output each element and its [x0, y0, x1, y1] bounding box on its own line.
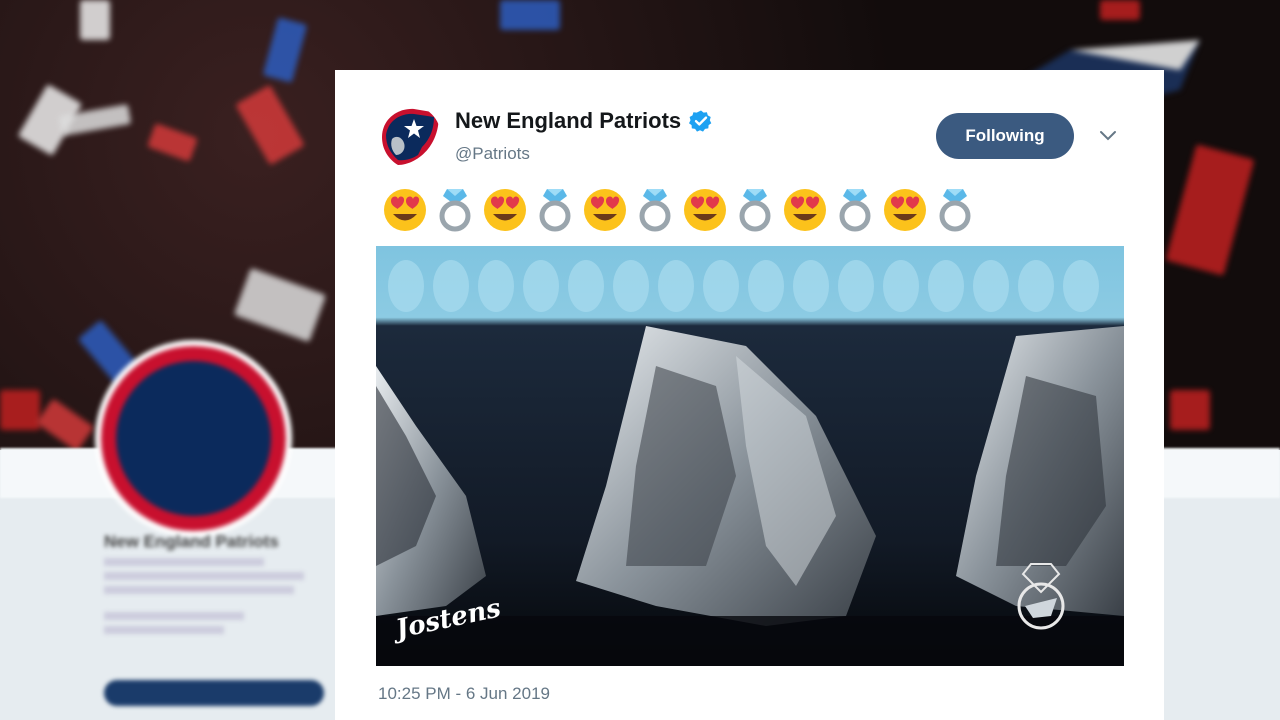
- tweet-text: [380, 185, 980, 235]
- ring-emoji-icon: [730, 185, 780, 235]
- championship-rings-photo: Jostens: [376, 246, 1124, 666]
- ring-emoji-icon: [830, 185, 880, 235]
- tweet-timestamp[interactable]: 10:25 PM - 6 Jun 2019: [378, 684, 550, 704]
- heart-eyes-emoji-icon: [380, 185, 430, 235]
- profile-tweet-to-button: [104, 680, 324, 706]
- ring-emoji-icon: [630, 185, 680, 235]
- patriots-logo-icon: [378, 105, 441, 168]
- heart-eyes-emoji-icon: [480, 185, 530, 235]
- chevron-down-icon[interactable]: [1098, 128, 1118, 144]
- heart-eyes-emoji-icon: [580, 185, 630, 235]
- heart-eyes-emoji-icon: [780, 185, 830, 235]
- tweet-avatar[interactable]: [378, 105, 441, 168]
- profile-avatar: [95, 340, 292, 537]
- tweet-handle[interactable]: @Patriots: [455, 144, 530, 164]
- profile-info: New England Patriots: [104, 532, 334, 634]
- ring-emoji-icon: [430, 185, 480, 235]
- tweet-display-name-row: New England Patriots: [455, 108, 713, 134]
- heart-eyes-emoji-icon: [880, 185, 930, 235]
- ring-emoji-icon: [930, 185, 980, 235]
- profile-display-name: New England Patriots: [104, 532, 279, 551]
- tweet-media-image[interactable]: Jostens: [376, 246, 1124, 666]
- tweet-display-name[interactable]: New England Patriots: [455, 108, 681, 134]
- following-button[interactable]: Following: [936, 113, 1074, 159]
- heart-eyes-emoji-icon: [680, 185, 730, 235]
- tweet-card: New England Patriots @Patriots Following: [335, 70, 1164, 720]
- verified-badge-icon: [689, 110, 712, 132]
- ring-emoji-icon: [530, 185, 580, 235]
